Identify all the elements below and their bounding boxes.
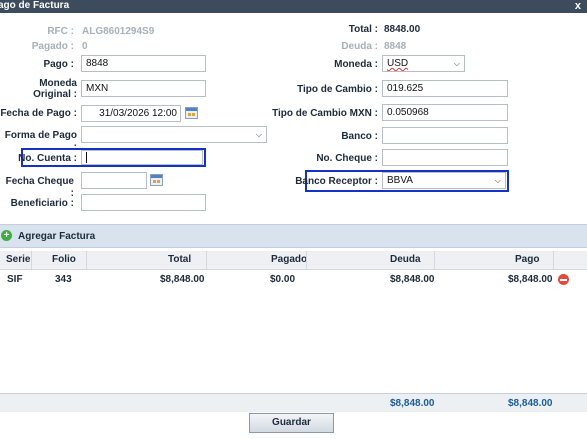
col-total: Total: [168, 254, 192, 265]
moneda-original-input[interactable]: MXN: [81, 80, 206, 97]
column-divider: [553, 251, 554, 269]
deuda-label: Deuda :: [341, 41, 378, 52]
tipo-cambio-label: Tipo de Cambio :: [297, 84, 378, 95]
table-footer: $8,848.00 $8,848.00: [0, 393, 587, 412]
no-cuenta-input[interactable]: [81, 150, 203, 165]
pago-input[interactable]: 8848: [81, 55, 206, 72]
moneda-label: Moneda :: [334, 59, 378, 70]
deuda-value: 8848: [384, 41, 407, 52]
beneficiario-label: Beneficiario :: [10, 198, 74, 209]
pago-label: Pago :: [43, 59, 74, 70]
fecha-pago-input[interactable]: 31/03/2026 12:00: [81, 105, 181, 122]
column-divider: [206, 251, 207, 269]
fecha-cheque-input[interactable]: [81, 172, 147, 189]
calendar-icon[interactable]: [185, 107, 198, 119]
add-invoice-label[interactable]: Agregar Factura: [18, 231, 95, 242]
add-invoice-bar[interactable]: + Agregar Factura: [0, 224, 587, 248]
rfc-value: ALG8601294S9: [82, 26, 155, 37]
banco-label: Banco :: [341, 131, 378, 142]
rfc-label: RFC :: [47, 26, 74, 37]
no-cuenta-label: No. Cuenta :: [18, 153, 77, 164]
cell-pago: $8,848.00: [508, 274, 553, 285]
forma-pago-select[interactable]: ⌵: [81, 126, 267, 143]
no-cheque-label: No. Cheque :: [316, 153, 378, 164]
fecha-cheque-label: Fecha Cheque :: [5, 176, 74, 199]
remove-circle-icon[interactable]: [558, 274, 569, 285]
column-divider: [434, 251, 435, 269]
col-serie: Serie: [6, 254, 31, 265]
beneficiario-input[interactable]: [81, 194, 206, 211]
banco-receptor-value: BBVA: [387, 175, 413, 186]
footer-pago-total: $8,848.00: [508, 398, 553, 409]
text-cursor: [86, 152, 87, 163]
column-divider: [306, 251, 307, 269]
chevron-down-icon: ⌵: [255, 130, 262, 139]
banco-receptor-select[interactable]: BBVA ⌵: [382, 172, 506, 189]
moneda-original-label-line2: Original :: [33, 89, 77, 100]
banco-receptor-label: Banco Receptor :: [295, 176, 378, 187]
tipo-cambio-mxn-label: Tipo de Cambio MXN :: [272, 108, 378, 119]
cell-folio: 343: [55, 274, 72, 285]
title-bar: ago de Factura x: [0, 0, 587, 13]
cell-total: $8,848.00: [160, 274, 205, 285]
add-circle-icon[interactable]: +: [1, 230, 12, 241]
calendar-icon[interactable]: [150, 174, 163, 186]
close-icon[interactable]: x: [575, 0, 581, 13]
table-header: Serie Folio Total Pagado Deuda Pago: [0, 251, 587, 270]
cell-pagado: $0.00: [270, 274, 296, 285]
column-divider: [31, 251, 32, 269]
save-button[interactable]: Guardar: [249, 413, 334, 433]
chevron-down-icon: ⌵: [453, 59, 460, 68]
cell-serie: SIF: [7, 274, 23, 285]
chevron-down-icon: ⌵: [494, 176, 501, 185]
total-value: 8848.00: [384, 24, 421, 35]
total-label: Total :: [348, 24, 378, 35]
footer-deuda-total: $8,848.00: [390, 398, 435, 409]
no-cheque-input[interactable]: [382, 149, 508, 166]
col-deuda: Deuda: [390, 254, 421, 265]
col-pagado: Pagado: [271, 254, 308, 265]
fecha-pago-label: Fecha de Pago :: [0, 108, 77, 119]
tipo-cambio-mxn-input[interactable]: 0.050968: [382, 104, 508, 121]
tipo-cambio-input[interactable]: 019.625: [382, 80, 508, 97]
column-divider: [86, 251, 87, 269]
moneda-value: USD: [387, 58, 409, 69]
col-pago: Pago: [515, 254, 540, 265]
col-folio: Folio: [52, 254, 76, 265]
window-title: ago de Factura: [0, 0, 70, 11]
cell-deuda: $8,848.00: [390, 274, 435, 285]
pagado-label: Pagado :: [31, 41, 74, 52]
banco-input[interactable]: [382, 127, 508, 144]
moneda-select[interactable]: USD ⌵: [382, 55, 465, 72]
pagado-value: 0: [82, 41, 88, 52]
